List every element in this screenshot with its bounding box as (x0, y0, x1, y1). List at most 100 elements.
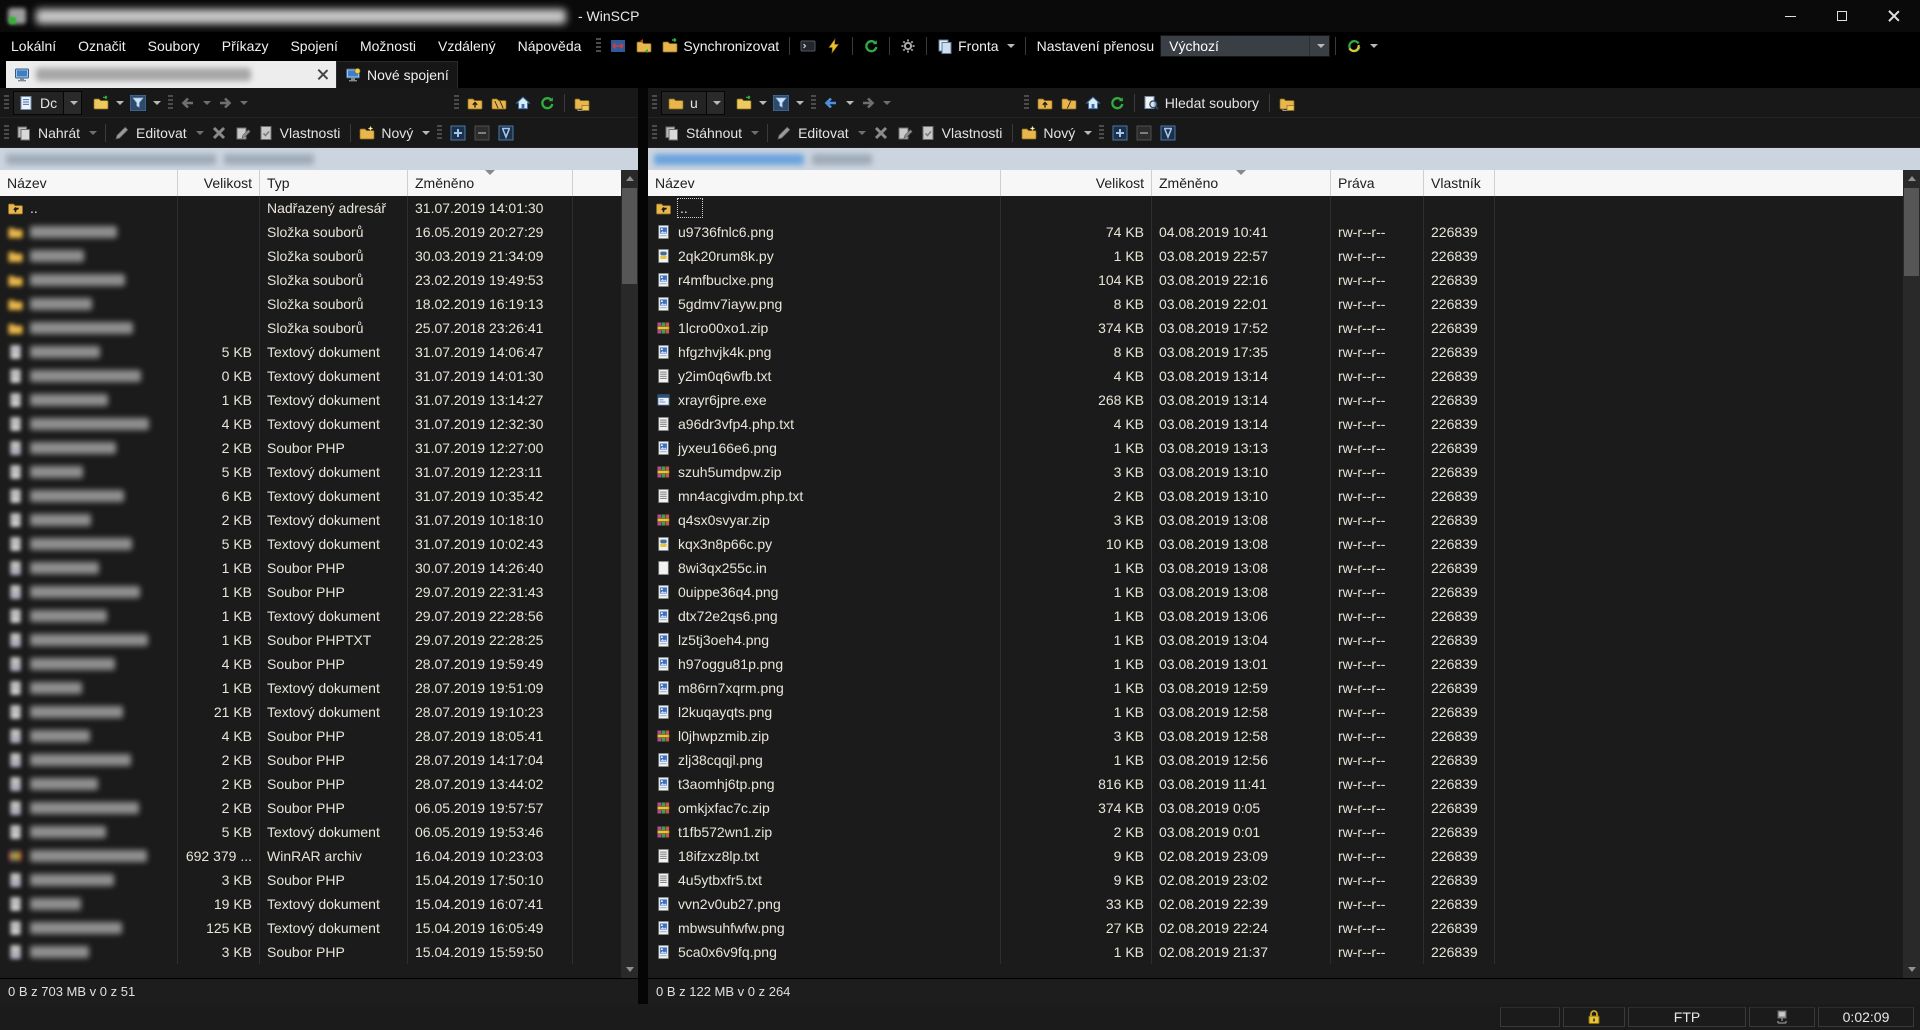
local-forward-button[interactable] (214, 91, 251, 115)
table-row[interactable]: zlj38cqqjl.png1 KB03.08.2019 12:56rw-r--… (648, 748, 1920, 772)
download-button[interactable]: Stáhnout (661, 121, 762, 145)
close-button[interactable] (1868, 0, 1920, 32)
maximize-button[interactable] (1816, 0, 1868, 32)
table-row[interactable]: 1 KBTextový dokument28.07.2019 19:51:09 (0, 676, 638, 700)
table-row[interactable]: 4 KBSoubor PHP28.07.2019 19:59:49 (0, 652, 638, 676)
remote-root-directory-button[interactable]: / (1057, 91, 1081, 115)
table-row[interactable]: vvn2v0ub27.png33 KB02.08.2019 22:39rw-r-… (648, 892, 1920, 916)
table-row[interactable]: 1 KBTextový dokument31.07.2019 13:14:27 (0, 388, 638, 412)
table-row[interactable]: 4u5ytbxfr5.txt9 KB02.08.2019 23:02rw-r--… (648, 868, 1920, 892)
minimize-button[interactable] (1764, 0, 1816, 32)
table-row[interactable]: lz5tj3oeh4.png1 KB03.08.2019 13:04rw-r--… (648, 628, 1920, 652)
table-row[interactable]: Složka souborů23.02.2019 19:49:53 (0, 268, 638, 292)
remote-parent-directory-button[interactable] (1033, 91, 1057, 115)
table-row[interactable]: mn4acgivdm.php.txt2 KB03.08.2019 13:10rw… (648, 484, 1920, 508)
local-edit-button[interactable]: Editovat (111, 121, 207, 145)
menu-oznacit[interactable]: Označit (67, 32, 136, 59)
table-row[interactable]: a96dr3vfp4.php.txt4 KB03.08.2019 13:14rw… (648, 412, 1920, 436)
column-header-owner[interactable]: Vlastník (1424, 170, 1495, 196)
table-row[interactable]: 125 KBTextový dokument15.04.2019 16:05:4… (0, 916, 638, 940)
table-row[interactable]: jyxeu166e6.png1 KB03.08.2019 13:13rw-r--… (648, 436, 1920, 460)
scroll-up-icon[interactable] (1903, 170, 1920, 187)
table-row[interactable]: 5gdmv7iayw.png8 KB03.08.2019 22:01rw-r--… (648, 292, 1920, 316)
table-row[interactable]: 1 KBSoubor PHP29.07.2019 22:31:43 (0, 580, 638, 604)
table-row[interactable]: t3aomhj6tp.png816 KB03.08.2019 11:41rw-r… (648, 772, 1920, 796)
table-row[interactable]: .. (648, 196, 1920, 220)
local-properties-button[interactable]: Vlastnosti (255, 121, 346, 145)
local-home-directory-button[interactable] (511, 91, 535, 115)
table-row[interactable]: 2qk20rum8k.py1 KB03.08.2019 22:57rw-r--r… (648, 244, 1920, 268)
transfer-preset-select[interactable]: Výchozí (1160, 35, 1330, 57)
synchronize-button[interactable]: Synchronizovat (657, 34, 784, 58)
local-drive-dropdown[interactable] (64, 91, 82, 115)
menu-vzdaleny[interactable]: Vzdálený (427, 32, 507, 59)
remote-scrollbar[interactable] (1903, 170, 1920, 978)
remote-edit-button[interactable]: Editovat (773, 121, 869, 145)
column-header-type[interactable]: Typ (260, 170, 408, 196)
scroll-down-icon[interactable] (621, 961, 638, 978)
tab-close-icon[interactable] (317, 69, 328, 80)
table-row[interactable]: h97oggu81p.png1 KB03.08.2019 13:01rw-r--… (648, 652, 1920, 676)
table-row[interactable]: 1 KBSoubor PHP30.07.2019 14:26:40 (0, 556, 638, 580)
table-row[interactable]: m86rn7xqrm.png1 KB03.08.2019 12:59rw-r--… (648, 676, 1920, 700)
remote-directory-dropdown[interactable] (707, 91, 725, 115)
local-open-directory-button[interactable] (90, 91, 127, 115)
column-header-modified[interactable]: Změněno (408, 170, 573, 196)
table-row[interactable]: 1 KBSoubor PHPTXT29.07.2019 22:28:25 (0, 628, 638, 652)
preferences-button[interactable] (895, 34, 921, 58)
table-row[interactable]: 2 KBSoubor PHP31.07.2019 12:27:00 (0, 436, 638, 460)
refresh-remote-button[interactable] (858, 34, 884, 58)
table-row[interactable]: 5ca0x6v9fq.png1 KB02.08.2019 21:37rw-r--… (648, 940, 1920, 964)
table-row[interactable]: 0 KBTextový dokument31.07.2019 14:01:30 (0, 364, 638, 388)
local-rename-button[interactable] (231, 121, 255, 145)
column-header-size[interactable]: Velikost (1001, 170, 1152, 196)
table-row[interactable]: 3 KBSoubor PHP15.04.2019 17:50:10 (0, 868, 638, 892)
local-root-directory-button[interactable]: \\ (487, 91, 511, 115)
scroll-up-icon[interactable] (621, 170, 638, 187)
table-row[interactable]: 3 KBSoubor PHP15.04.2019 15:59:50 (0, 940, 638, 964)
status-protocol-cell[interactable]: FTP (1628, 1007, 1746, 1027)
local-new-button[interactable]: Nový (356, 121, 433, 145)
local-parent-directory-button[interactable] (463, 91, 487, 115)
table-row[interactable]: kqx3n8p66c.py10 KB03.08.2019 13:08rw-r--… (648, 532, 1920, 556)
session-tab-new[interactable]: Nové spojení (336, 61, 458, 88)
table-row[interactable]: dtx72e2qs6.png1 KB03.08.2019 13:06rw-r--… (648, 604, 1920, 628)
transfer-preset-cycle-button[interactable] (1341, 34, 1383, 58)
menu-spojeni[interactable]: Spojení (279, 32, 348, 59)
table-row[interactable]: 4 KBTextový dokument31.07.2019 12:32:30 (0, 412, 638, 436)
table-row[interactable]: t1fb572wn1.zip2 KB03.08.2019 0:01rw-r--r… (648, 820, 1920, 844)
column-header-name[interactable]: Název (0, 170, 178, 196)
table-row[interactable]: Složka souborů25.07.2018 23:26:41 (0, 316, 638, 340)
local-delete-button[interactable] (207, 121, 231, 145)
status-network-cell[interactable] (1749, 1007, 1815, 1027)
table-row[interactable]: u9736fnlc6.png74 KB04.08.2019 10:41rw-r-… (648, 220, 1920, 244)
column-header-size[interactable]: Velikost (178, 170, 260, 196)
commander-layout-button[interactable] (605, 34, 631, 58)
table-row[interactable]: 19 KBTextový dokument15.04.2019 16:07:41 (0, 892, 638, 916)
remote-path-bar[interactable] (648, 148, 1920, 170)
table-row[interactable]: 21 KBTextový dokument28.07.2019 19:10:23 (0, 700, 638, 724)
table-row[interactable]: 0uippe36q4.png1 KB03.08.2019 13:08rw-r--… (648, 580, 1920, 604)
queue-button[interactable]: Fronta (932, 34, 1019, 58)
table-row[interactable]: omkjxfac7c.zip374 KB03.08.2019 0:05rw-r-… (648, 796, 1920, 820)
remote-back-button[interactable] (820, 91, 857, 115)
table-row[interactable]: 1 KBTextový dokument29.07.2019 22:28:56 (0, 604, 638, 628)
table-row[interactable]: Složka souborů18.02.2019 16:19:13 (0, 292, 638, 316)
remote-refresh-button[interactable] (1105, 91, 1129, 115)
panel-splitter[interactable] (638, 88, 648, 1004)
remote-open-directory-button[interactable] (733, 91, 770, 115)
command-button[interactable] (821, 34, 847, 58)
table-row[interactable]: 5 KBTextový dokument31.07.2019 12:23:11 (0, 460, 638, 484)
menu-soubory[interactable]: Soubory (137, 32, 211, 59)
table-row[interactable]: 8wi3qx255c.in1 KB03.08.2019 13:08rw-r--r… (648, 556, 1920, 580)
remote-unselect-button[interactable] (1132, 121, 1156, 145)
table-row[interactable]: mbwsuhfwfw.png27 KB02.08.2019 22:24rw-r-… (648, 916, 1920, 940)
local-path-bar[interactable] (0, 148, 638, 170)
table-row[interactable]: 6 KBTextový dokument31.07.2019 10:35:42 (0, 484, 638, 508)
remote-filter-button[interactable] (770, 91, 807, 115)
table-row[interactable]: 692 379 ...WinRAR archiv16.04.2019 10:23… (0, 844, 638, 868)
upload-button[interactable]: Nahrát (13, 121, 100, 145)
local-tree-button[interactable] (570, 91, 594, 115)
remote-invert-selection-button[interactable] (1156, 121, 1180, 145)
table-row[interactable]: 2 KBSoubor PHP06.05.2019 19:57:57 (0, 796, 638, 820)
